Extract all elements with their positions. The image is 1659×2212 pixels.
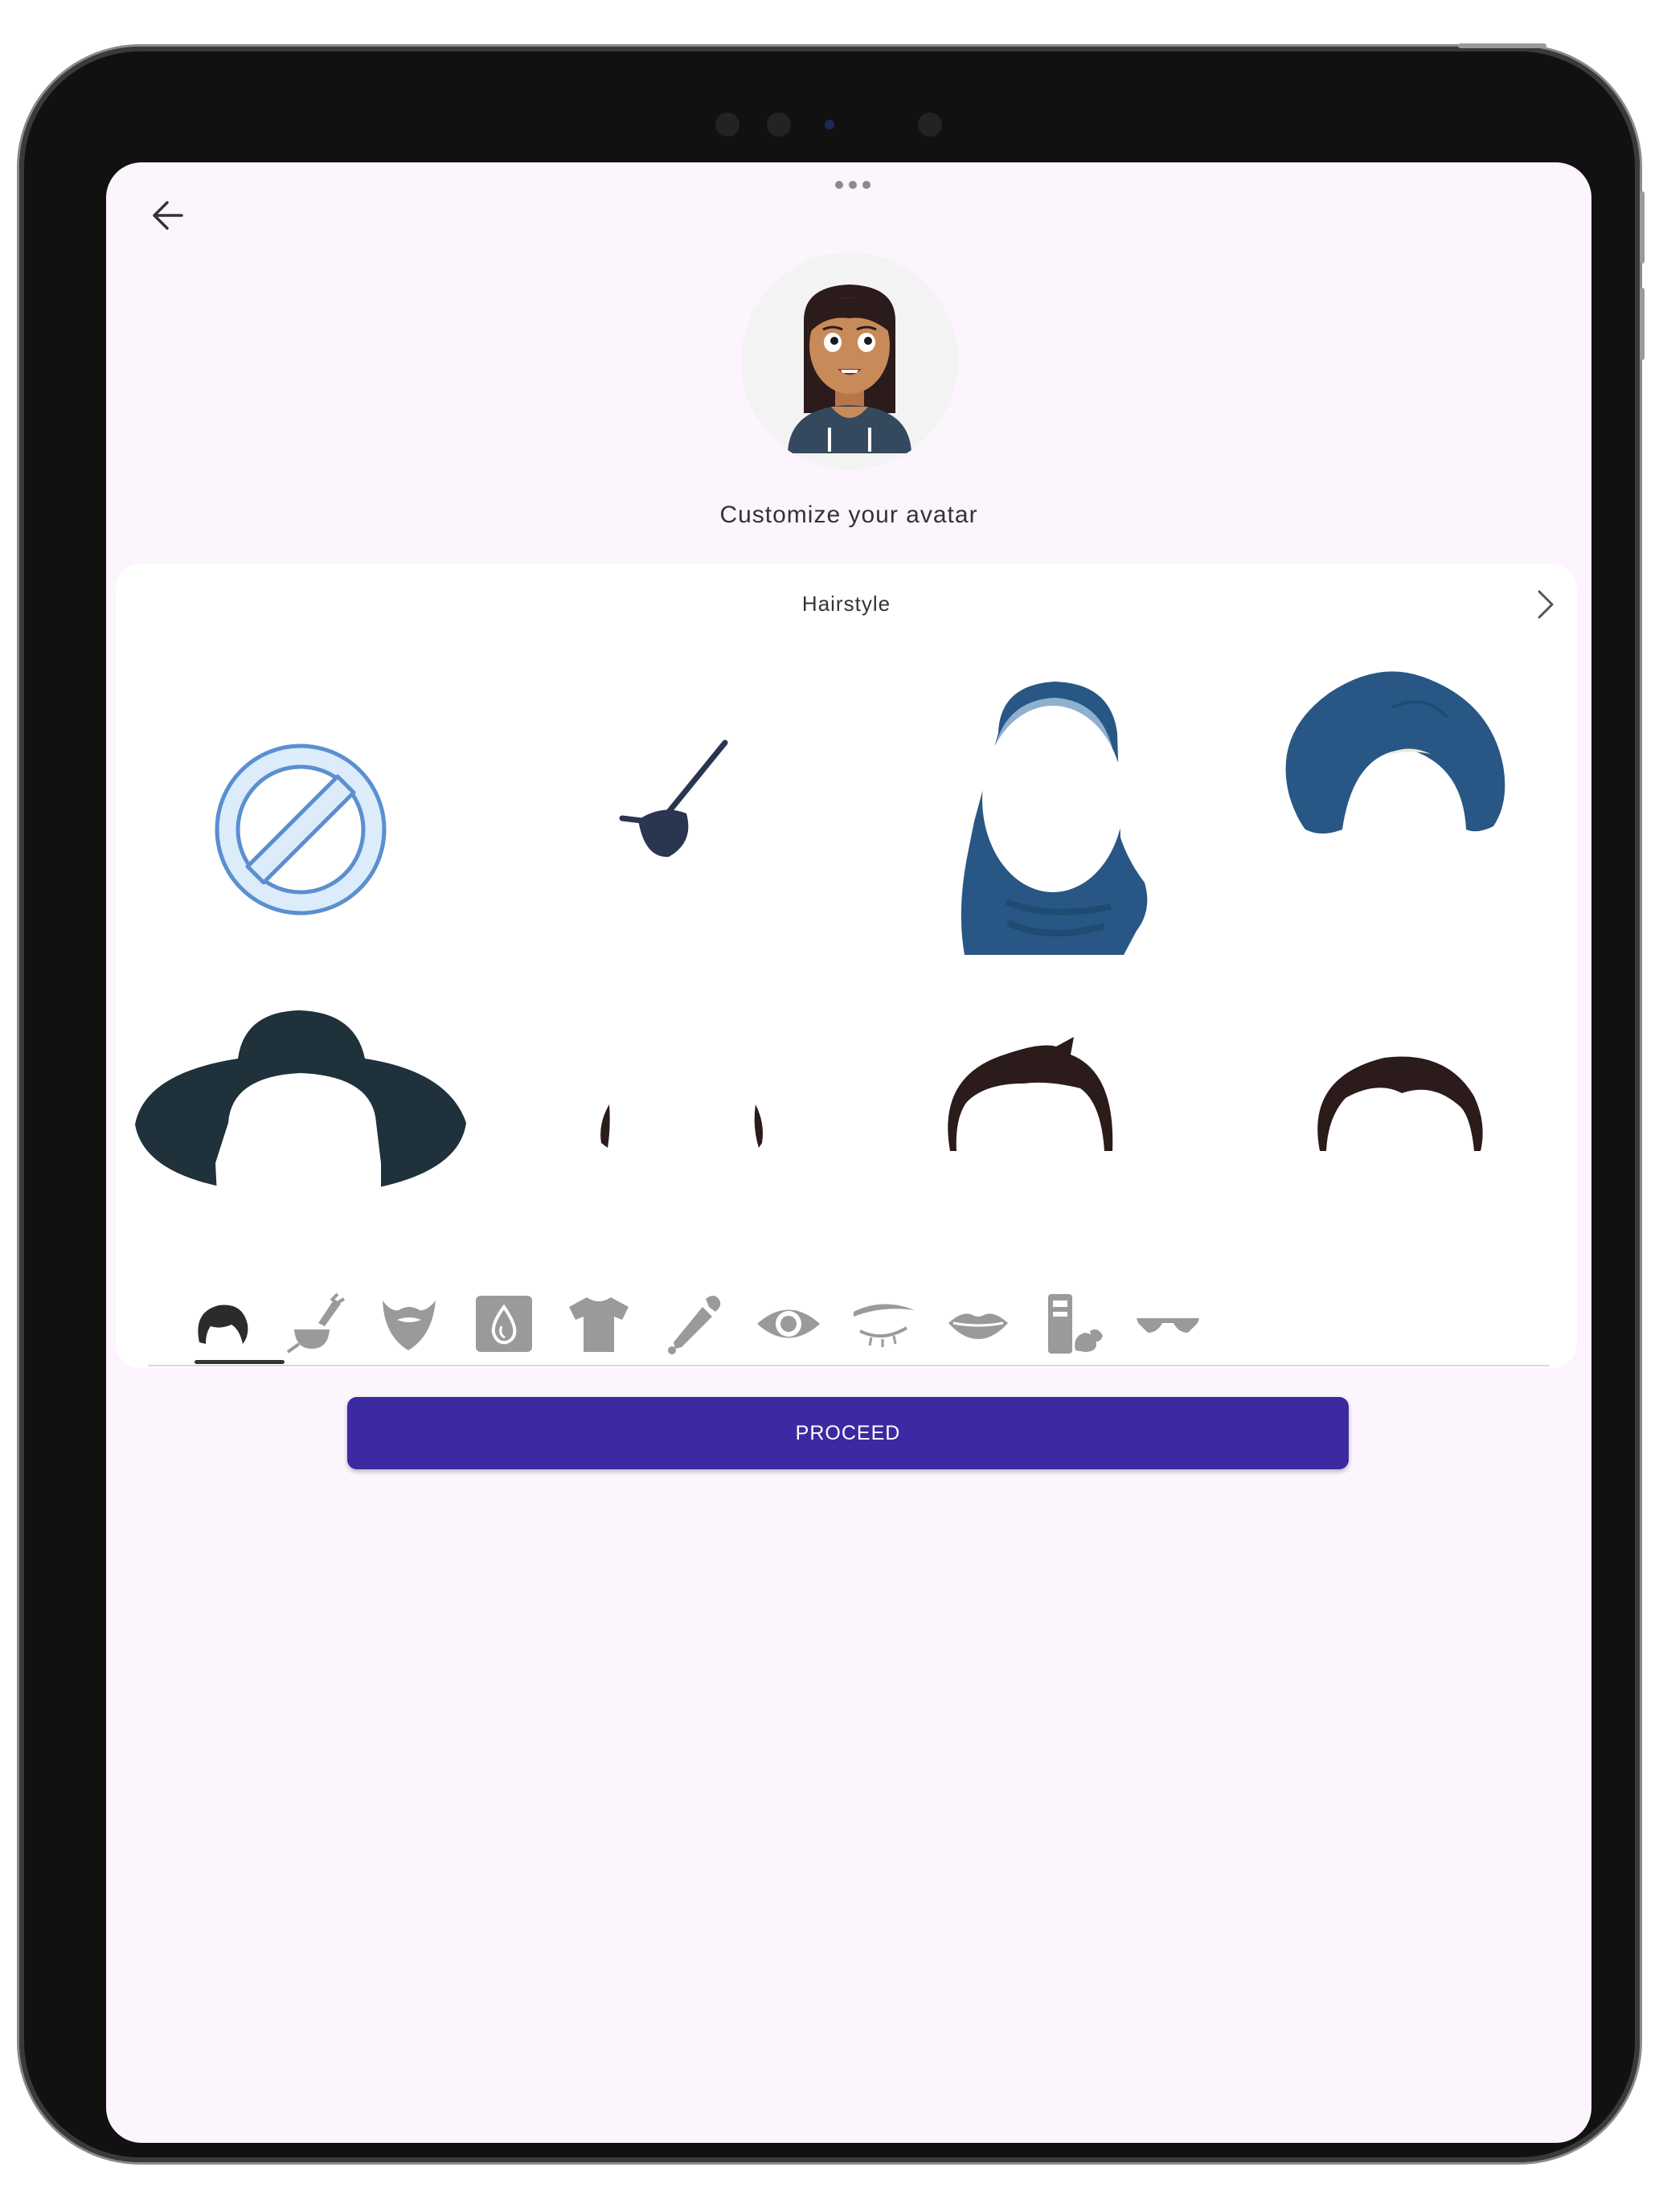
camera-lens: [767, 113, 791, 137]
lips-icon: [948, 1313, 1008, 1339]
app-screen: Customize your avatar Hairstyle PROCEED: [106, 162, 1591, 2143]
beard-icon: [383, 1301, 436, 1350]
tab-mouth[interactable]: [942, 1288, 1014, 1360]
power-button: [1458, 43, 1546, 48]
tab-beard[interactable]: [373, 1288, 445, 1360]
tab-skin[interactable]: [468, 1288, 540, 1360]
avatar-face-icon: [788, 285, 911, 453]
sunglasses-icon: [1137, 1318, 1199, 1333]
volume-button: [1640, 288, 1645, 360]
tab-clothes[interactable]: [563, 1288, 635, 1360]
hairstyle-icon: [198, 1305, 248, 1344]
arrow-left-icon: [153, 201, 183, 230]
makeup-icon: [1048, 1294, 1103, 1354]
sideburns-icon: [600, 1104, 763, 1148]
hair-dye-icon: [286, 1292, 346, 1354]
volume-button: [1640, 191, 1645, 264]
side-part-hair-icon: [1317, 1056, 1483, 1151]
option-hijab[interactable]: [911, 669, 1185, 982]
tab-hairstyle[interactable]: [183, 1288, 256, 1360]
eyepatch-icon: [619, 739, 728, 858]
tablet-frame: Customize your avatar Hairstyle PROCEED: [19, 43, 1645, 2162]
short-spiky-hair-icon: [948, 1037, 1113, 1151]
back-button[interactable]: [135, 182, 199, 246]
tshirt-icon: [569, 1297, 629, 1352]
option-turban[interactable]: [1265, 645, 1530, 886]
three-dots-icon[interactable]: [833, 177, 873, 193]
page-subtitle: Customize your avatar: [719, 502, 978, 528]
option-short-side-part[interactable]: [1289, 1030, 1498, 1159]
wide-hat-icon: [135, 1010, 466, 1195]
skin-tone-icon: [476, 1296, 532, 1352]
camera-lens: [918, 113, 942, 137]
tab-hair-dye[interactable]: [278, 1288, 350, 1360]
eyebrow-icon: [854, 1304, 915, 1347]
option-eyepatch[interactable]: [566, 685, 791, 910]
tab-eyebrows[interactable]: [847, 1288, 920, 1360]
selected-tab-indicator: [195, 1360, 285, 1364]
camera-lens: [715, 113, 739, 137]
customization-panel: Hairstyle: [116, 564, 1577, 1368]
option-short-spiky[interactable]: [920, 1030, 1129, 1159]
option-none[interactable]: [196, 725, 405, 934]
camera-sensor: [825, 120, 834, 129]
tab-makeup[interactable]: [1037, 1288, 1109, 1360]
tab-divider: [148, 1365, 1550, 1366]
category-title: Hairstyle: [801, 592, 891, 616]
chevron-right-icon: [1538, 590, 1554, 619]
hijab-icon: [961, 682, 1148, 955]
proceed-button[interactable]: PROCEED: [347, 1397, 1349, 1469]
option-sideburns[interactable]: [566, 1063, 791, 1175]
tab-eyes[interactable]: [752, 1288, 825, 1360]
eyedropper-icon: [668, 1296, 721, 1354]
tab-glasses[interactable]: [1132, 1288, 1204, 1360]
tab-color-picker[interactable]: [657, 1288, 730, 1360]
option-hat[interactable]: [127, 1002, 473, 1215]
next-category-button[interactable]: [1526, 585, 1565, 624]
avatar-preview: [741, 252, 958, 469]
no-selection-icon: [215, 743, 387, 916]
turban-icon: [1285, 671, 1505, 834]
eye-icon: [757, 1309, 820, 1338]
